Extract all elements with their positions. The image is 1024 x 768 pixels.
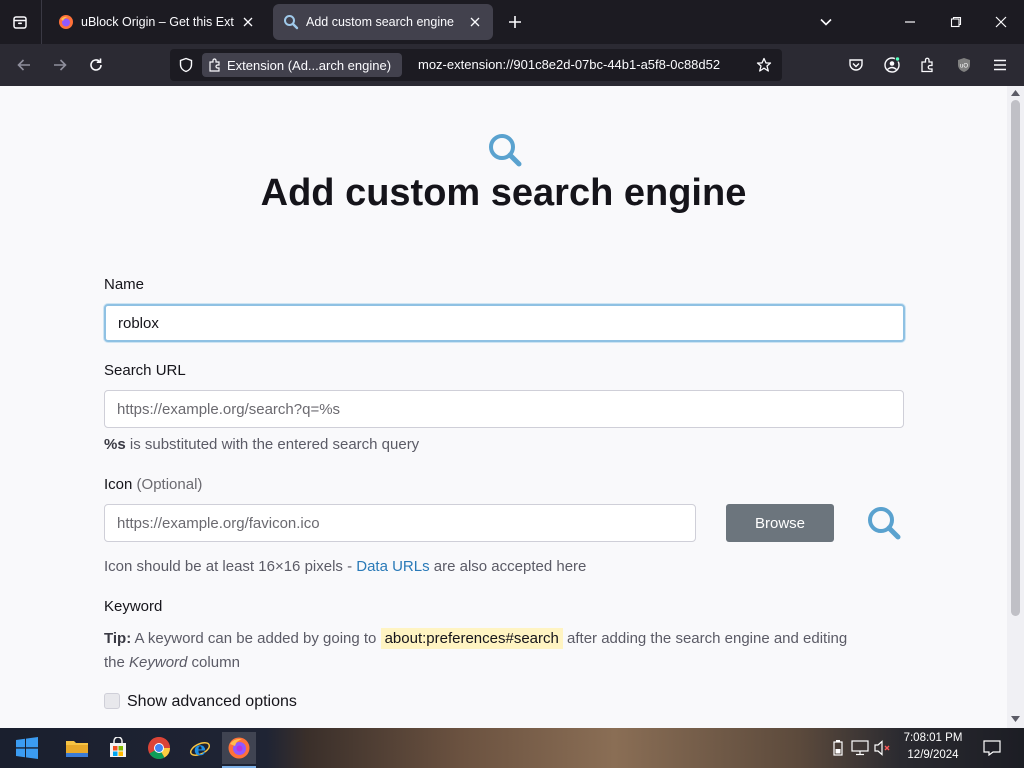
name-input-value: roblox bbox=[118, 314, 159, 332]
battery-icon[interactable] bbox=[828, 732, 848, 764]
new-tab-icon[interactable] bbox=[503, 10, 527, 34]
search-icon bbox=[283, 14, 299, 30]
keyword-label: Keyword bbox=[104, 598, 163, 615]
keyword-tip-line1: Tip: A keyword can be added by going to … bbox=[104, 628, 848, 649]
search-engine-icon-preview bbox=[868, 507, 901, 540]
keyword-tip-line2: the Keyword column bbox=[104, 654, 240, 671]
scroll-thumb[interactable] bbox=[1011, 100, 1020, 616]
page-scrollbar[interactable] bbox=[1007, 86, 1024, 728]
back-arrow-icon[interactable] bbox=[10, 51, 38, 79]
browse-button[interactable]: Browse bbox=[726, 504, 834, 542]
tab-list-icon[interactable] bbox=[6, 8, 34, 36]
icon-hint: Icon should be at least 16×16 pixels - D… bbox=[104, 558, 586, 575]
search-icon bbox=[489, 134, 522, 167]
icon-label-text: Icon bbox=[104, 476, 133, 493]
restore-icon[interactable] bbox=[942, 8, 970, 36]
tab-title: Add custom search engine bbox=[306, 15, 455, 29]
tip-label: Tip: bbox=[104, 630, 132, 647]
url-text[interactable]: moz-extension://901c8e2d-07bc-44b1-a5f8-… bbox=[418, 57, 748, 72]
chrome-icon[interactable] bbox=[142, 732, 176, 764]
scroll-down-icon[interactable] bbox=[1010, 714, 1021, 724]
icon-hint-after: are also accepted here bbox=[429, 558, 587, 575]
name-input[interactable]: roblox bbox=[104, 304, 905, 342]
network-icon[interactable] bbox=[850, 732, 870, 764]
tip-text: after adding the search engine and editi… bbox=[562, 630, 848, 647]
icon-label: Icon (Optional) bbox=[104, 476, 202, 493]
windows-start-icon[interactable] bbox=[10, 732, 44, 764]
page-title: Add custom search engine bbox=[260, 172, 747, 214]
close-tab-icon[interactable] bbox=[467, 14, 483, 30]
minimize-icon[interactable] bbox=[896, 8, 924, 36]
extension-puzzle-icon bbox=[208, 58, 222, 72]
windows-taskbar: e 7:08:01 PM 12/9/2024 bbox=[0, 728, 1024, 768]
search-url-placeholder: https://example.org/search?q=%s bbox=[117, 400, 341, 418]
system-clock[interactable]: 7:08:01 PM 12/9/2024 bbox=[896, 730, 970, 764]
search-url-token: %s bbox=[104, 436, 126, 453]
scroll-up-icon[interactable] bbox=[1010, 88, 1021, 98]
search-url-label: Search URL bbox=[104, 362, 186, 379]
data-urls-link[interactable]: Data URLs bbox=[356, 558, 429, 575]
firefox-addons-icon bbox=[58, 14, 74, 30]
tab-ublock[interactable]: uBlock Origin – Get this Extension bbox=[48, 4, 266, 40]
list-all-tabs-icon[interactable] bbox=[812, 8, 840, 36]
close-tab-icon[interactable] bbox=[240, 14, 256, 30]
pocket-icon[interactable] bbox=[842, 51, 870, 79]
search-url-hint-text: is substituted with the entered search q… bbox=[125, 436, 420, 453]
close-window-icon[interactable] bbox=[987, 8, 1015, 36]
optional-label: (Optional) bbox=[136, 476, 203, 493]
keyword-column-name: Keyword bbox=[129, 654, 188, 671]
identity-box[interactable]: Extension (Ad...arch engine) bbox=[202, 53, 402, 77]
advanced-options-label[interactable]: Show advanced options bbox=[127, 693, 297, 711]
page-content: Add custom search engine Name roblox Sea… bbox=[0, 86, 1007, 728]
volume-muted-icon[interactable] bbox=[873, 732, 893, 764]
icon-hint-before: Icon should be at least 16×16 pixels - bbox=[104, 558, 357, 575]
bookmark-star-icon[interactable] bbox=[756, 57, 772, 78]
svg-text:e: e bbox=[194, 738, 206, 760]
identity-label: Extension (Ad...arch engine) bbox=[227, 57, 392, 73]
hamburger-menu-icon[interactable] bbox=[986, 51, 1014, 79]
ublock-origin-icon[interactable]: uO bbox=[950, 51, 978, 79]
icon-url-input[interactable]: https://example.org/favicon.ico bbox=[104, 504, 696, 542]
notifications-icon[interactable] bbox=[982, 732, 1002, 764]
tab-bar: uBlock Origin – Get this Extension Add c… bbox=[0, 0, 1024, 44]
tip-text: A keyword can be added by going to bbox=[131, 630, 381, 647]
microsoft-store-icon[interactable] bbox=[101, 732, 135, 764]
preferences-code: about:preferences#search bbox=[380, 628, 563, 649]
forward-arrow-icon[interactable] bbox=[46, 51, 74, 79]
reload-icon[interactable] bbox=[82, 51, 110, 79]
address-bar[interactable]: Extension (Ad...arch engine) moz-extensi… bbox=[170, 49, 782, 81]
icon-url-placeholder: https://example.org/favicon.ico bbox=[117, 514, 320, 532]
tab-add-search-engine[interactable]: Add custom search engine bbox=[273, 4, 493, 40]
tip-text: the bbox=[104, 654, 130, 671]
clock-time: 7:08:01 PM bbox=[903, 732, 963, 744]
tip-text: column bbox=[187, 654, 240, 671]
tab-separator bbox=[41, 0, 42, 44]
file-explorer-icon[interactable] bbox=[60, 732, 94, 764]
account-icon[interactable] bbox=[878, 51, 906, 79]
shield-icon[interactable] bbox=[178, 57, 194, 78]
svg-text:uO: uO bbox=[960, 64, 968, 70]
clock-date: 12/9/2024 bbox=[907, 749, 959, 761]
extensions-puzzle-icon[interactable] bbox=[914, 51, 942, 79]
tab-title: uBlock Origin – Get this Extension bbox=[81, 15, 234, 29]
advanced-options-checkbox[interactable] bbox=[104, 693, 120, 709]
search-url-hint: %s is substituted with the entered searc… bbox=[104, 436, 419, 453]
firefox-icon[interactable] bbox=[222, 732, 256, 768]
navigation-toolbar: Extension (Ad...arch engine) moz-extensi… bbox=[0, 44, 1024, 86]
name-label: Name bbox=[104, 276, 145, 293]
internet-explorer-icon[interactable]: e bbox=[183, 732, 217, 764]
search-url-input[interactable]: https://example.org/search?q=%s bbox=[104, 390, 904, 428]
